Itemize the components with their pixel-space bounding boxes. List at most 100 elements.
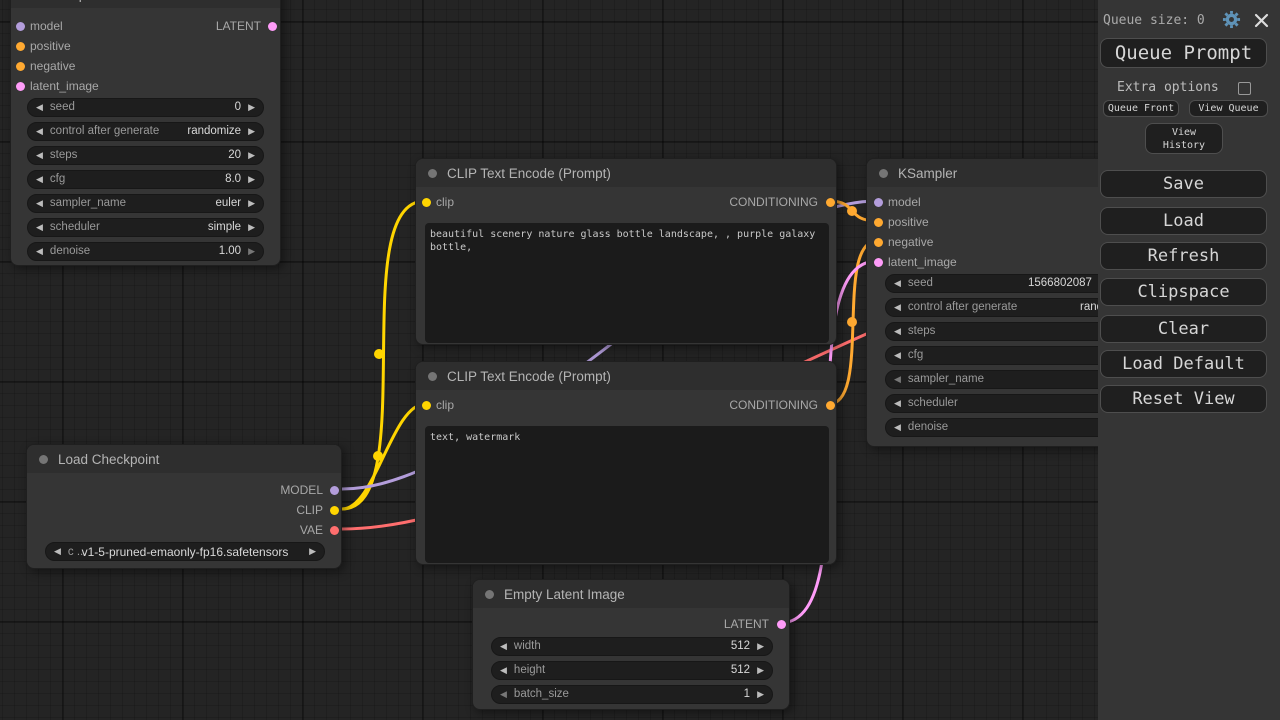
clipspace-button[interactable]: Clipspace — [1100, 278, 1267, 306]
increment-arrow-icon[interactable]: ▶ — [757, 642, 764, 651]
prompt-textarea[interactable]: text, watermark — [425, 426, 829, 563]
widget-denoise[interactable]: ◀ denoise 1.00 ▶ — [27, 242, 264, 261]
comfyui-canvas[interactable]: KSampler model positive negative latent_… — [0, 0, 1280, 720]
input-slot-positive[interactable] — [874, 218, 883, 227]
node-title: CLIP Text Encode (Prompt) — [447, 369, 611, 384]
output-slot-latent[interactable] — [268, 22, 277, 31]
collapse-dot-icon[interactable] — [879, 169, 888, 178]
link-midpoint-dot — [847, 206, 857, 216]
input-slot-latent-image[interactable] — [874, 258, 883, 267]
slot-label: CLIP — [296, 503, 323, 517]
collapse-dot-icon[interactable] — [428, 169, 437, 178]
decrement-arrow-icon[interactable]: ◀ — [36, 103, 43, 112]
widget-seed[interactable]: ◀ seed 0 ▶ — [27, 98, 264, 117]
widget-width[interactable]: ◀ width 512 ▶ — [491, 637, 773, 656]
slot-label: MODEL — [280, 483, 323, 497]
widget-sampler-name[interactable]: ◀ sampler_name euler ▶ — [27, 194, 264, 213]
input-slot-negative[interactable] — [16, 62, 25, 71]
collapse-dot-icon[interactable] — [428, 372, 437, 381]
extra-options-checkbox[interactable] — [1238, 82, 1251, 95]
widget-scheduler[interactable]: ◀ scheduler simple ▶ — [27, 218, 264, 237]
widget-steps[interactable]: ◀ steps 20 ▶ — [27, 146, 264, 165]
output-slot-conditioning[interactable] — [826, 198, 835, 207]
decrement-arrow-icon[interactable]: ◀ — [894, 327, 901, 336]
slot-label: clip — [436, 195, 454, 209]
decrement-arrow-icon[interactable]: ◀ — [36, 127, 43, 136]
node-title-bar[interactable]: Empty Latent Image — [473, 580, 789, 608]
decrement-arrow-icon[interactable]: ◀ — [36, 175, 43, 184]
output-slot-clip[interactable] — [330, 506, 339, 515]
node-title: Empty Latent Image — [504, 587, 625, 602]
increment-arrow-icon[interactable]: ▶ — [248, 103, 255, 112]
node-clip-text-encode-positive[interactable]: CLIP Text Encode (Prompt) clip CONDITION… — [415, 158, 837, 345]
slot-label: CONDITIONING — [729, 398, 818, 412]
increment-arrow-icon[interactable]: ▶ — [757, 666, 764, 675]
node-title-bar[interactable]: CLIP Text Encode (Prompt) — [416, 362, 836, 390]
input-slot-model[interactable] — [16, 22, 25, 31]
decrement-arrow-icon[interactable]: ◀ — [894, 423, 901, 432]
collapse-dot-icon[interactable] — [485, 590, 494, 599]
decrement-arrow-icon[interactable]: ◀ — [36, 247, 43, 256]
decrement-arrow-icon[interactable]: ◀ — [894, 375, 901, 384]
increment-arrow-icon[interactable]: ▶ — [248, 151, 255, 160]
clear-button[interactable]: Clear — [1100, 315, 1267, 343]
node-clip-text-encode-negative[interactable]: CLIP Text Encode (Prompt) clip CONDITION… — [415, 361, 837, 565]
decrement-arrow-icon[interactable]: ◀ — [894, 351, 901, 360]
increment-arrow-icon[interactable]: ▶ — [248, 175, 255, 184]
node-empty-latent-image[interactable]: Empty Latent Image LATENT ◀ width 512 ▶ … — [472, 579, 790, 710]
decrement-arrow-icon[interactable]: ◀ — [36, 223, 43, 232]
view-queue-button[interactable]: View Queue — [1189, 100, 1268, 117]
decrement-arrow-icon[interactable]: ◀ — [894, 279, 901, 288]
increment-arrow-icon[interactable]: ▶ — [248, 247, 255, 256]
widget-batch-size[interactable]: ◀ batch_size 1 ▶ — [491, 685, 773, 704]
close-icon[interactable] — [1254, 13, 1269, 28]
increment-arrow-icon[interactable]: ▶ — [248, 223, 255, 232]
node-title-bar[interactable]: KSampler — [11, 0, 280, 8]
input-slot-negative[interactable] — [874, 238, 883, 247]
decrement-arrow-icon[interactable]: ◀ — [894, 399, 901, 408]
input-slot-clip[interactable] — [422, 401, 431, 410]
widget-ckpt-name[interactable]: ◀ c ... v1-5-pruned-emaonly-fp16.safeten… — [45, 542, 325, 561]
slot-label: model — [30, 19, 63, 33]
load-button[interactable]: Load — [1100, 207, 1267, 235]
extra-options-label: Extra options — [1117, 80, 1219, 95]
node-title-bar[interactable]: CLIP Text Encode (Prompt) — [416, 159, 836, 187]
node-load-checkpoint[interactable]: Load Checkpoint MODEL CLIP VAE ◀ c ... v… — [26, 444, 342, 569]
input-slot-clip[interactable] — [422, 198, 431, 207]
output-slot-latent[interactable] — [777, 620, 786, 629]
widget-height[interactable]: ◀ height 512 ▶ — [491, 661, 773, 680]
slot-label: VAE — [300, 523, 323, 537]
widget-control-after-generate[interactable]: ◀ control after generate randomize ▶ — [27, 122, 264, 141]
save-button[interactable]: Save — [1100, 170, 1267, 198]
increment-arrow-icon[interactable]: ▶ — [757, 690, 764, 699]
increment-arrow-icon[interactable]: ▶ — [248, 199, 255, 208]
queue-front-button[interactable]: Queue Front — [1103, 100, 1179, 117]
decrement-arrow-icon[interactable]: ◀ — [500, 666, 507, 675]
slot-label: LATENT — [724, 617, 769, 631]
decrement-arrow-icon[interactable]: ◀ — [894, 303, 901, 312]
input-slot-model[interactable] — [874, 198, 883, 207]
decrement-arrow-icon[interactable]: ◀ — [36, 151, 43, 160]
reset-view-button[interactable]: Reset View — [1100, 385, 1267, 413]
node-title-bar[interactable]: Load Checkpoint — [27, 445, 341, 473]
load-default-button[interactable]: Load Default — [1100, 350, 1267, 378]
input-slot-positive[interactable] — [16, 42, 25, 51]
increment-arrow-icon[interactable]: ▶ — [248, 127, 255, 136]
output-slot-vae[interactable] — [330, 526, 339, 535]
decrement-arrow-icon[interactable]: ◀ — [500, 642, 507, 651]
view-history-button[interactable]: View History — [1145, 123, 1223, 154]
output-slot-conditioning[interactable] — [826, 401, 835, 410]
decrement-arrow-icon[interactable]: ◀ — [36, 199, 43, 208]
slot-label: positive — [30, 39, 71, 53]
slot-label: LATENT — [216, 19, 261, 33]
queue-prompt-button[interactable]: Queue Prompt — [1100, 38, 1267, 68]
collapse-dot-icon[interactable] — [39, 455, 48, 464]
output-slot-model[interactable] — [330, 486, 339, 495]
gear-icon[interactable] — [1222, 10, 1241, 29]
widget-cfg[interactable]: ◀ cfg 8.0 ▶ — [27, 170, 264, 189]
refresh-button[interactable]: Refresh — [1100, 242, 1267, 270]
input-slot-latent-image[interactable] — [16, 82, 25, 91]
prompt-textarea[interactable]: beautiful scenery nature glass bottle la… — [425, 223, 829, 343]
decrement-arrow-icon[interactable]: ◀ — [500, 690, 507, 699]
node-ksampler-left[interactable]: KSampler model positive negative latent_… — [10, 0, 281, 266]
